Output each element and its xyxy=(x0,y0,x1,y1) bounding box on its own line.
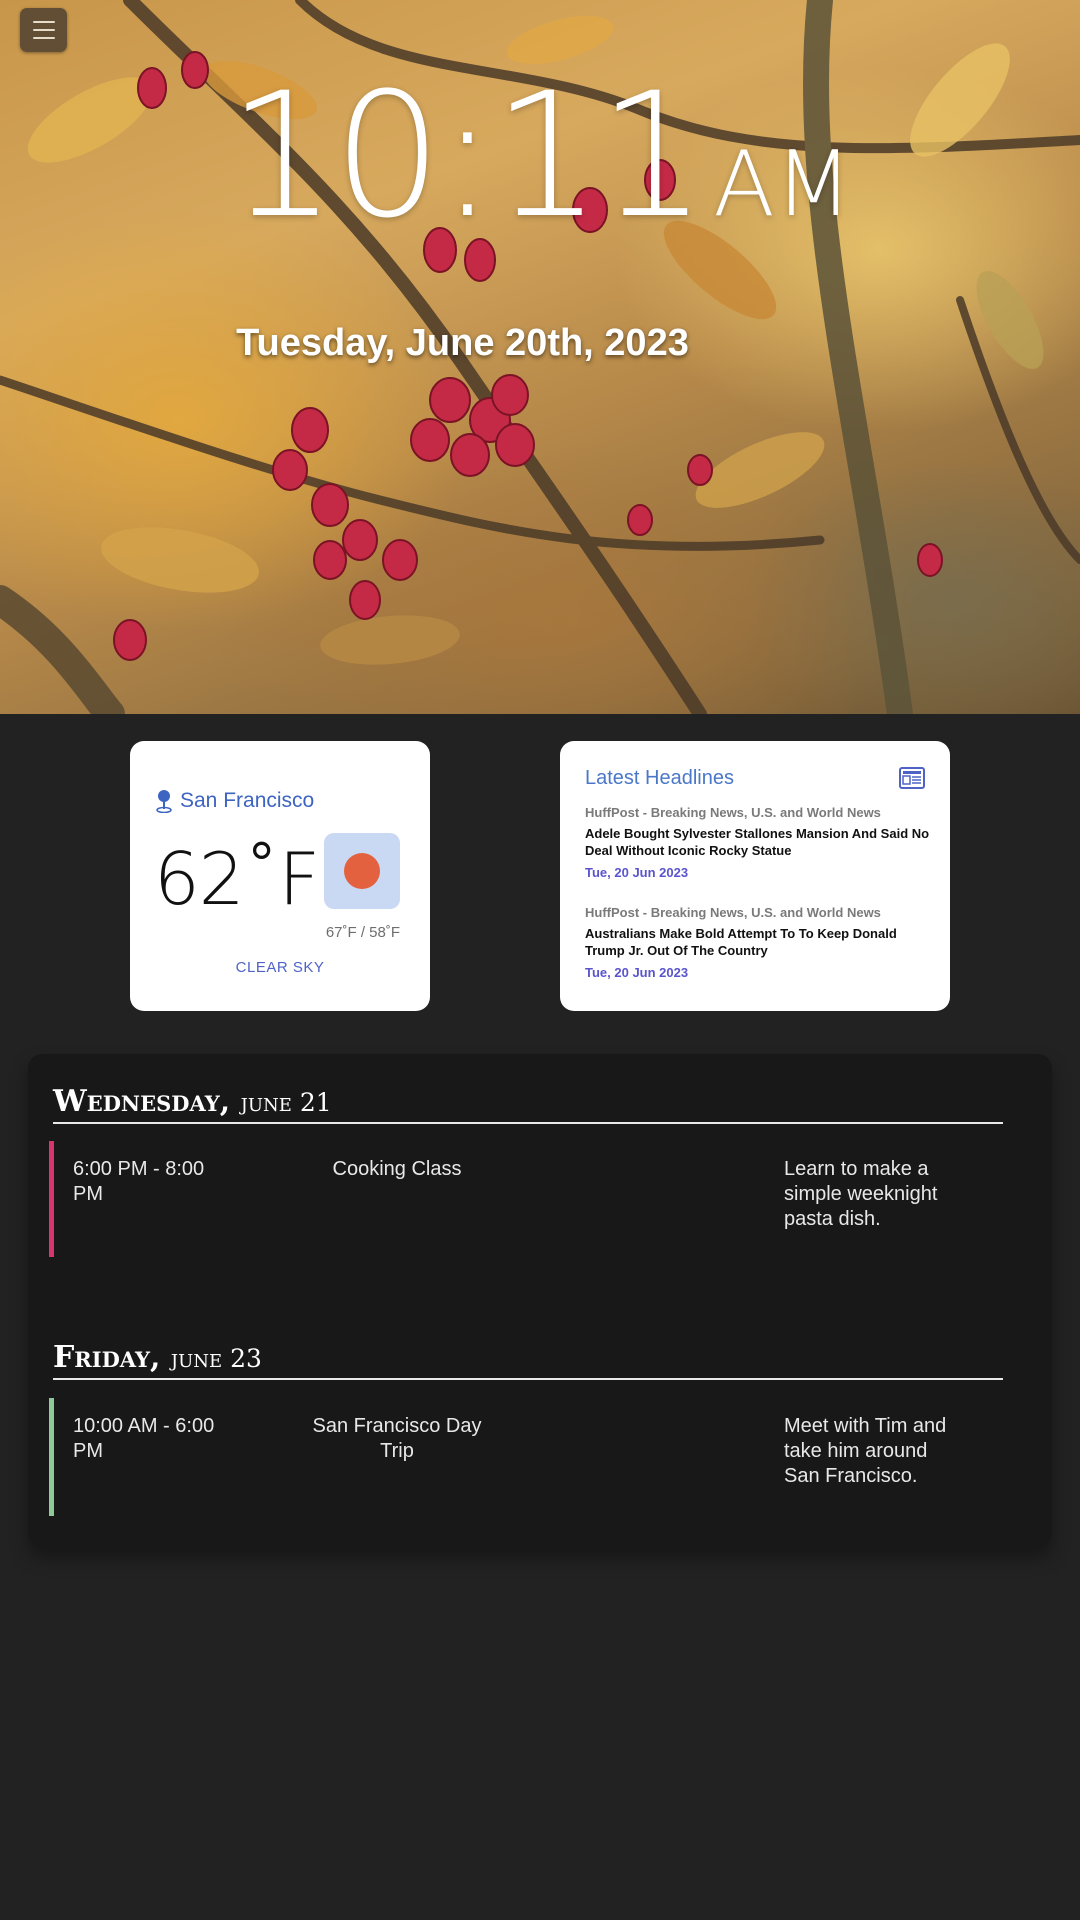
clock-ampm: AM xyxy=(713,132,853,237)
news-item[interactable]: HuffPost - Breaking News, U.S. and World… xyxy=(585,905,935,980)
event-color-bar xyxy=(49,1398,54,1516)
day-weekday: Friday xyxy=(53,1340,151,1375)
hamburger-icon-line xyxy=(32,37,55,39)
news-date: Tue, 20 Jun 2023 xyxy=(585,965,689,980)
day-date: june 21 xyxy=(240,1088,332,1117)
event-title: Cooking Class xyxy=(332,1158,462,1180)
current-date: Tuesday, June 20th, 2023 xyxy=(236,322,689,364)
weather-temperature: 62˚F xyxy=(154,837,320,921)
day-weekday: Wednesday xyxy=(53,1084,220,1119)
clock-time: 10:11 xyxy=(227,55,708,256)
news-date: Tue, 20 Jun 2023 xyxy=(585,865,689,880)
menu-button[interactable] xyxy=(20,8,67,52)
event-title: San Francisco Day Trip xyxy=(312,1415,482,1462)
location-pin-icon xyxy=(156,790,172,813)
weather-card: San Francisco 62˚F 67˚F / 58˚F CLEAR SKY xyxy=(130,741,430,1011)
event-time: 6:00 PM - 8:00 PM xyxy=(73,1158,205,1205)
hamburger-icon xyxy=(32,21,55,23)
weather-hi-lo: 67˚F / 58˚F xyxy=(325,924,400,941)
event-description: Learn to make a simple weeknight pasta d… xyxy=(784,1158,938,1230)
day-heading: Wednesday, june 21 xyxy=(53,1084,1003,1124)
calendar-event[interactable]: 6:00 PM - 8:00 PM Cooking Class Learn to… xyxy=(49,1141,999,1257)
event-time: 10:00 AM - 6:00 PM xyxy=(73,1415,215,1462)
news-card: Latest Headlines HuffPost - Breaking New… xyxy=(560,741,950,1011)
newspaper-icon[interactable] xyxy=(899,767,925,789)
news-source: HuffPost - Breaking News, U.S. and World… xyxy=(585,805,881,820)
day-heading: Friday, june 23 xyxy=(53,1340,1003,1380)
weather-location-label: San Francisco xyxy=(180,789,315,812)
news-item[interactable]: HuffPost - Breaking News, U.S. and World… xyxy=(585,805,935,880)
news-headline[interactable]: Adele Bought Sylvester Stallones Mansion… xyxy=(585,825,935,859)
event-description: Meet with Tim and take him around San Fr… xyxy=(784,1415,947,1487)
calendar-panel: Wednesday, june 21 6:00 PM - 8:00 PM Coo… xyxy=(28,1054,1052,1548)
event-color-bar xyxy=(49,1141,54,1257)
sun-icon xyxy=(344,853,380,889)
weather-description: CLEAR SKY xyxy=(235,959,325,976)
weather-icon-tile xyxy=(324,833,400,909)
day-date: june 23 xyxy=(170,1344,262,1373)
calendar-event[interactable]: 10:00 AM - 6:00 PM San Francisco Day Tri… xyxy=(49,1398,999,1516)
news-headline[interactable]: Australians Make Bold Attempt To To Keep… xyxy=(585,925,935,959)
hamburger-icon-line xyxy=(32,29,55,31)
clock: 10:11 AM xyxy=(0,70,1080,242)
news-source: HuffPost - Breaking News, U.S. and World… xyxy=(585,905,881,920)
news-title: Latest Headlines xyxy=(585,767,734,789)
weather-location: San Francisco xyxy=(156,789,314,813)
hero-background: 10:11 AM Tuesday, June 20th, 2023 xyxy=(0,0,1080,714)
